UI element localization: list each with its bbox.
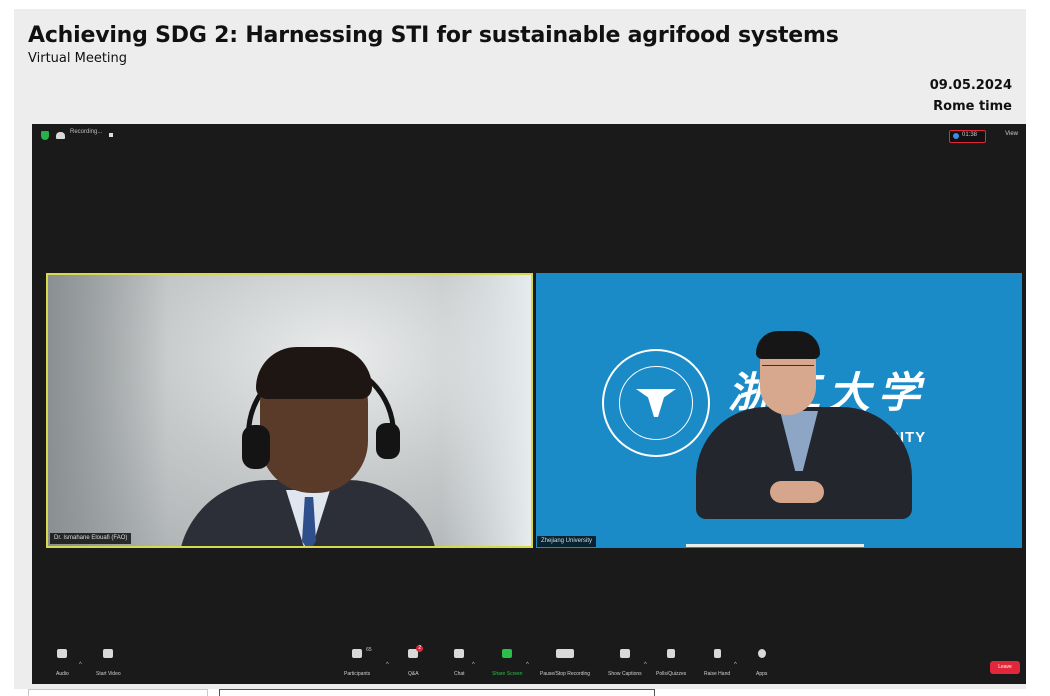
video-tile-speaker[interactable]: Dr. Ismahane Elouafi (FAO) <box>46 273 533 548</box>
stop-recording-icon[interactable] <box>109 133 113 137</box>
speaker-hair <box>256 347 372 399</box>
captions-chevron-icon[interactable]: ^ <box>644 662 647 668</box>
share-label: Share Screen <box>492 671 523 677</box>
audio-label: Audio <box>56 671 69 677</box>
audio-button[interactable]: Audio <box>56 649 69 680</box>
participants-label: Participants <box>344 671 371 677</box>
raise-hand-label: Raise Hand <box>704 671 731 677</box>
background-window <box>441 275 531 546</box>
qa-button[interactable]: 2 Q&A <box>408 645 424 680</box>
slide-panel: Achieving SDG 2: Harnessing STI for sust… <box>14 9 1026 689</box>
participants-icon: 65 <box>352 647 372 658</box>
background-shadow <box>48 275 168 546</box>
qa-badge: 2 <box>416 645 424 652</box>
glasses-icon <box>762 365 814 376</box>
raise-hand-chevron-icon[interactable]: ^ <box>734 662 737 668</box>
meeting-toolbar: Audio ^ Start Video 65 Participants ^ 2 … <box>32 645 1026 684</box>
meeting-date: 09.05.2024 <box>929 78 1012 93</box>
recording-cloud-icon <box>56 132 65 139</box>
audio-options-chevron-icon[interactable]: ^ <box>79 662 82 668</box>
zoom-meeting-window: Recording... 01:38 View Dr. Ismahane Elo… <box>32 124 1026 684</box>
share-screen-icon <box>502 649 513 658</box>
chat-button[interactable]: Chat <box>454 649 465 680</box>
participants-button[interactable]: 65 Participants <box>344 647 372 680</box>
pause-stop-icon <box>556 649 575 658</box>
participants-chevron-icon[interactable]: ^ <box>386 662 389 668</box>
polls-button[interactable]: Polls/Quizzes <box>656 649 686 680</box>
apps-button[interactable]: Apps <box>756 649 767 680</box>
video-camera-icon <box>103 649 114 658</box>
participant-hair <box>756 331 820 359</box>
leave-meeting-button[interactable]: Leave <box>990 661 1020 674</box>
video-tile-participant[interactable]: 浙江大学 ERSITY Zhejiang University <box>536 273 1022 548</box>
captions-icon <box>619 649 630 658</box>
microphone-icon <box>57 649 68 658</box>
page-title: Achieving SDG 2: Harnessing STI for sust… <box>28 23 839 48</box>
pause-stop-recording-button[interactable]: Pause/Stop Recording <box>540 649 590 680</box>
record-label: Pause/Stop Recording <box>540 671 591 677</box>
headset-right-icon <box>376 423 400 459</box>
university-emblem-icon <box>602 349 710 457</box>
participant-hands <box>770 481 824 503</box>
video-label: Start Video <box>96 671 121 677</box>
apps-icon <box>757 649 766 658</box>
headset-left-icon <box>242 425 270 469</box>
participants-count: 65 <box>366 647 372 653</box>
security-shield-icon[interactable] <box>41 131 49 140</box>
share-screen-button[interactable]: Share Screen <box>492 649 523 680</box>
polls-label: Polls/Quizzes <box>656 671 687 677</box>
view-button[interactable]: View <box>1005 131 1018 137</box>
chat-label: Chat <box>454 671 465 677</box>
meeting-timer: 01:38 <box>949 130 986 143</box>
raise-hand-button[interactable]: Raise Hand <box>704 649 730 680</box>
hand-icon <box>713 649 721 658</box>
qa-label: Q&A <box>408 671 419 677</box>
tile-progress-bar <box>686 544 864 547</box>
polls-chart-icon <box>667 649 676 658</box>
recording-label: Recording... <box>70 129 103 135</box>
meeting-top-bar: Recording... 01:38 View <box>32 124 1026 146</box>
captions-label: Show Captions <box>608 671 642 677</box>
chat-icon <box>454 649 465 658</box>
apps-label: Apps <box>756 671 768 677</box>
show-captions-button[interactable]: Show Captions <box>608 649 642 680</box>
page-subtitle: Virtual Meeting <box>28 51 128 66</box>
timer-status-icon <box>953 133 959 139</box>
timer-value: 01:38 <box>962 132 978 138</box>
qa-icon: 2 <box>408 645 424 658</box>
share-chevron-icon[interactable]: ^ <box>526 662 529 668</box>
participant-name-label: Dr. Ismahane Elouafi (FAO) <box>50 533 132 544</box>
start-video-button[interactable]: Start Video <box>96 649 121 680</box>
participant-name-label: Zhejiang University <box>537 536 597 547</box>
chat-chevron-icon[interactable]: ^ <box>472 662 475 668</box>
meeting-timezone: Rome time <box>933 99 1012 114</box>
